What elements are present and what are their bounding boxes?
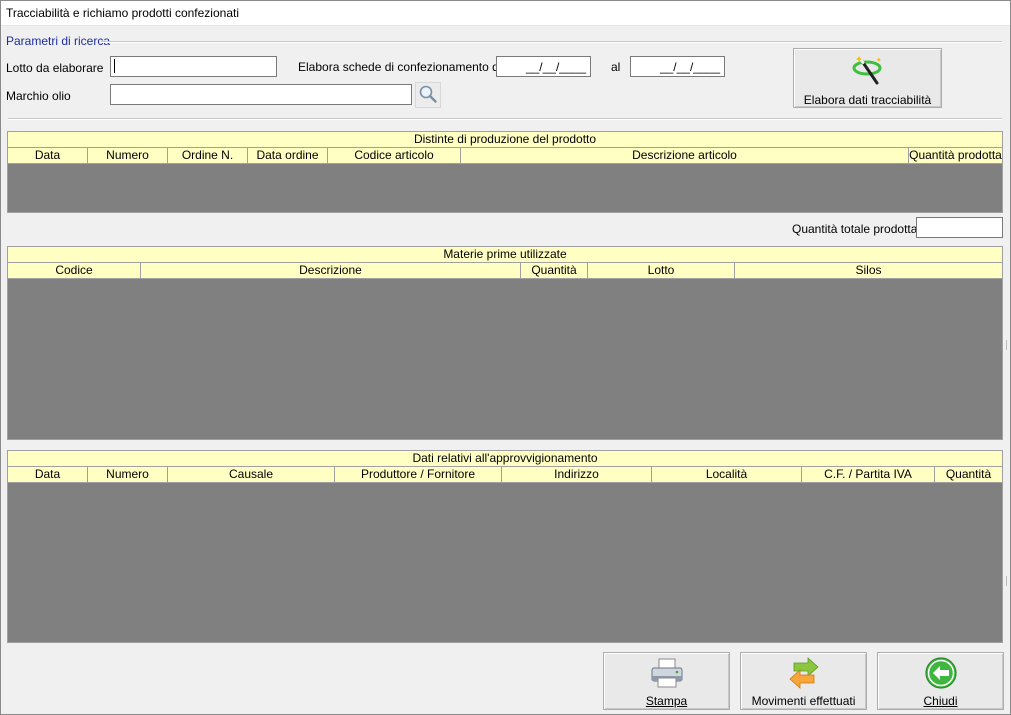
distinte-col-numero[interactable]: Numero [88,148,168,163]
marchio-input[interactable] [110,84,412,105]
elabora-tracciabilita-label: Elabora dati tracciabilità [803,93,932,107]
distinte-header: Data Numero Ordine N. Data ordine Codice… [8,148,1002,164]
distinte-col-data[interactable]: Data [8,148,88,163]
stampa-label: Stampa [645,694,688,708]
appr-col-data[interactable]: Data [8,467,88,482]
materie-col-silos[interactable]: Silos [735,263,1002,278]
group-divider-top [101,41,1002,43]
appr-col-quantita[interactable]: Quantità [935,467,1002,482]
movimenti-button[interactable]: Movimenti effettuati [740,652,867,710]
al-label: al [611,60,621,74]
appr-col-localita[interactable]: Località [652,467,802,482]
marchio-label: Marchio olio [6,89,71,103]
materie-col-quantita[interactable]: Quantità [521,263,588,278]
schede-label: Elabora schede di confezionamento dal [298,60,509,74]
text-caret [114,59,115,73]
distinte-col-data-ordine[interactable]: Data ordine [248,148,328,163]
edge-tick [1006,340,1007,350]
distinte-grid[interactable]: Distinte di produzione del prodotto Data… [7,131,1003,213]
approvvigionamento-header: Data Numero Causale Produttore / Fornito… [8,467,1002,483]
appr-col-indirizzo[interactable]: Indirizzo [502,467,652,482]
window-title: Tracciabilità e richiamo prodotti confez… [6,6,239,20]
swap-arrows-icon [786,657,822,692]
search-group-title: Parametri di ricerca [6,34,115,48]
lotto-input[interactable] [110,56,277,77]
totale-input[interactable] [916,217,1003,238]
stampa-button[interactable]: Stampa [603,652,730,710]
materie-caption: Materie prime utilizzate [8,247,1002,263]
back-arrow-icon [924,656,958,693]
printer-icon [649,657,685,692]
group-divider-bottom [8,118,1002,120]
date-to-field[interactable]: __/__/____ [630,56,725,77]
distinte-col-ordine[interactable]: Ordine N. [168,148,248,163]
approvvigionamento-caption: Dati relativi all'approvvigionamento [8,451,1002,467]
date-from-field[interactable]: __/__/____ [496,56,591,77]
distinte-col-codice[interactable]: Codice articolo [328,148,461,163]
materie-grid[interactable]: Materie prime utilizzate Codice Descrizi… [7,246,1003,440]
distinte-col-quantita[interactable]: Quantità prodotta [909,148,1002,163]
edge-tick [1006,576,1007,586]
title-bar: Tracciabilità e richiamo prodotti confez… [0,0,1011,26]
approvvigionamento-grid[interactable]: Dati relativi all'approvvigionamento Dat… [7,450,1003,643]
search-button[interactable] [415,82,441,108]
magic-wand-icon [851,55,885,90]
materie-col-descrizione[interactable]: Descrizione [141,263,521,278]
distinte-col-descrizione[interactable]: Descrizione articolo [461,148,909,163]
appr-col-produttore[interactable]: Produttore / Fornitore [335,467,502,482]
materie-header: Codice Descrizione Quantità Lotto Silos [8,263,1002,279]
movimenti-label: Movimenti effettuati [751,694,856,708]
appr-col-numero[interactable]: Numero [88,467,168,482]
chiudi-button[interactable]: Chiudi [877,652,1004,710]
materie-col-lotto[interactable]: Lotto [588,263,735,278]
distinte-caption: Distinte di produzione del prodotto [8,132,1002,148]
appr-col-causale[interactable]: Causale [168,467,335,482]
materie-col-codice[interactable]: Codice [8,263,141,278]
totale-label: Quantità totale prodotta [792,222,918,236]
magnifier-icon [418,84,438,107]
appr-col-cf-piva[interactable]: C.F. / Partita IVA [802,467,935,482]
lotto-label: Lotto da elaborare [6,61,104,75]
elabora-tracciabilita-button[interactable]: Elabora dati tracciabilità [793,48,942,108]
chiudi-label: Chiudi [923,694,958,708]
